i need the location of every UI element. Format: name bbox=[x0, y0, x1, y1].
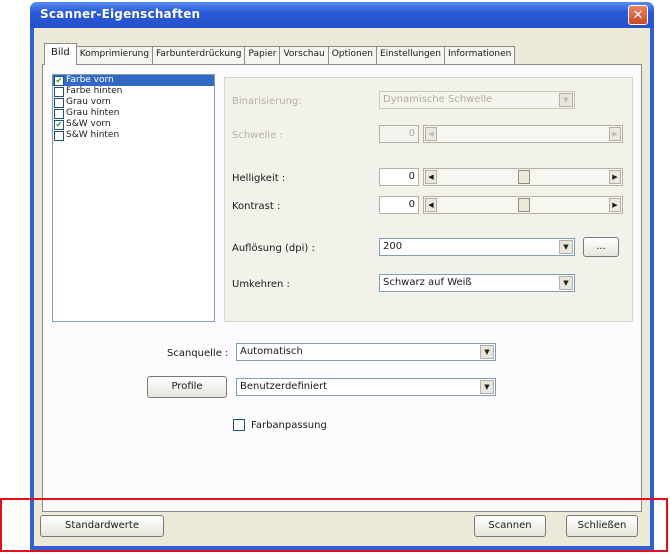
contrast-slider[interactable]: ◀ ▶ bbox=[423, 196, 623, 214]
list-item-grau-vorn[interactable]: Grau vorn bbox=[53, 97, 214, 108]
arrow-left-icon[interactable]: ◀ bbox=[425, 170, 437, 184]
threshold-label: Schwelle : bbox=[232, 130, 283, 141]
list-item-farbe-vorn[interactable]: ✔ Farbe vorn bbox=[53, 75, 214, 86]
brightness-label: Helligkeit : bbox=[232, 173, 286, 184]
tab-komprimierung[interactable]: Komprimierung bbox=[75, 46, 154, 64]
defaults-button[interactable]: Standardwerte bbox=[40, 515, 164, 537]
tab-informationen[interactable]: Informationen bbox=[444, 46, 516, 64]
brightness-slider-thumb[interactable] bbox=[518, 170, 530, 184]
list-item-label: Grau vorn bbox=[66, 97, 111, 107]
checkbox-farbe-vorn[interactable]: ✔ bbox=[54, 75, 64, 86]
arrow-right-icon[interactable]: ▶ bbox=[609, 170, 621, 184]
checkbox-farbe-hinten[interactable] bbox=[54, 86, 64, 97]
image-settings-group: Binarisierung: Dynamische Schwelle ▼ Sch… bbox=[224, 77, 633, 322]
resolution-select[interactable]: 200 ▼ bbox=[379, 238, 575, 256]
threshold-value[interactable]: 0 bbox=[379, 125, 419, 143]
invert-value: Schwarz auf Weiß bbox=[383, 277, 472, 288]
chevron-down-icon: ▼ bbox=[559, 240, 573, 254]
close-button[interactable]: Schließen bbox=[566, 515, 638, 537]
close-window-button[interactable]: ✕ bbox=[628, 5, 648, 25]
list-item-label: Farbe hinten bbox=[66, 86, 123, 96]
list-item-label: Farbe vorn bbox=[66, 75, 114, 85]
tab-farbunterdrueckung[interactable]: Farbunterdrückung bbox=[152, 46, 246, 64]
list-item-label: S&W vorn bbox=[66, 119, 111, 129]
checkbox-grau-hinten[interactable] bbox=[54, 108, 64, 119]
arrow-right-icon[interactable]: ▶ bbox=[609, 198, 621, 212]
color-matching-checkbox[interactable] bbox=[233, 419, 245, 431]
profile-select[interactable]: Benutzerdefiniert ▼ bbox=[236, 378, 496, 396]
scanner-properties-window: Scanner-Eigenschaften ✕ Bild Komprimieru… bbox=[30, 2, 654, 550]
arrow-left-icon[interactable]: ◀ bbox=[425, 198, 437, 212]
tab-bild[interactable]: Bild bbox=[44, 43, 77, 65]
invert-label: Umkehren : bbox=[232, 279, 290, 290]
tab-vorschau[interactable]: Vorschau bbox=[279, 46, 329, 64]
threshold-slider[interactable]: ◀ ▶ bbox=[423, 125, 623, 143]
color-matching-label: Farbanpassung bbox=[251, 419, 327, 431]
list-item-label: Grau hinten bbox=[66, 108, 120, 118]
binarization-select[interactable]: Dynamische Schwelle ▼ bbox=[379, 91, 575, 109]
chevron-down-icon: ▼ bbox=[559, 276, 573, 290]
arrow-right-icon[interactable]: ▶ bbox=[609, 127, 621, 141]
brightness-slider[interactable]: ◀ ▶ bbox=[423, 168, 623, 186]
chevron-down-icon: ▼ bbox=[559, 93, 573, 107]
checkbox-sw-vorn[interactable]: ✔ bbox=[54, 119, 64, 130]
profile-value: Benutzerdefiniert bbox=[240, 381, 328, 392]
scan-source-value: Automatisch bbox=[240, 346, 303, 357]
tab-panel-bild: ✔ Farbe vorn Farbe hinten Grau vorn Grau… bbox=[42, 64, 642, 512]
brightness-value[interactable]: 0 bbox=[379, 168, 419, 186]
resolution-more-button[interactable]: ... bbox=[583, 237, 619, 257]
tab-papier[interactable]: Papier bbox=[244, 46, 281, 64]
color-matching-option[interactable]: Farbanpassung bbox=[233, 419, 327, 431]
contrast-slider-thumb[interactable] bbox=[518, 198, 530, 212]
tab-einstellungen[interactable]: Einstellungen bbox=[375, 46, 445, 64]
tab-strip: Bild Komprimierung Farbunterdrückung Pap… bbox=[44, 43, 516, 65]
contrast-label: Kontrast : bbox=[232, 201, 281, 212]
image-selection-list[interactable]: ✔ Farbe vorn Farbe hinten Grau vorn Grau… bbox=[52, 74, 215, 322]
window-title: Scanner-Eigenschaften bbox=[40, 7, 201, 21]
checkbox-grau-vorn[interactable] bbox=[54, 97, 64, 108]
binarization-value: Dynamische Schwelle bbox=[383, 94, 493, 105]
scan-button[interactable]: Scannen bbox=[474, 515, 546, 537]
chevron-down-icon: ▼ bbox=[480, 380, 494, 394]
profile-button[interactable]: Profile bbox=[147, 376, 227, 398]
title-bar[interactable]: Scanner-Eigenschaften ✕ bbox=[30, 2, 654, 28]
list-item-grau-hinten[interactable]: Grau hinten bbox=[53, 108, 214, 119]
scan-source-label: Scanquelle : bbox=[167, 348, 229, 359]
binarization-label: Binarisierung: bbox=[232, 96, 302, 107]
list-item-farbe-hinten[interactable]: Farbe hinten bbox=[53, 86, 214, 97]
arrow-left-icon[interactable]: ◀ bbox=[425, 127, 437, 141]
scan-source-select[interactable]: Automatisch ▼ bbox=[236, 343, 496, 361]
checkbox-sw-hinten[interactable] bbox=[54, 130, 64, 141]
resolution-value: 200 bbox=[383, 241, 403, 252]
dialog-body: Bild Komprimierung Farbunterdrückung Pap… bbox=[34, 28, 650, 546]
list-item-label: S&W hinten bbox=[66, 130, 120, 140]
chevron-down-icon: ▼ bbox=[480, 345, 494, 359]
list-item-sw-hinten[interactable]: S&W hinten bbox=[53, 130, 214, 141]
invert-select[interactable]: Schwarz auf Weiß ▼ bbox=[379, 274, 575, 292]
contrast-value[interactable]: 0 bbox=[379, 196, 419, 214]
resolution-label: Auflösung (dpi) : bbox=[232, 243, 315, 254]
tab-optionen[interactable]: Optionen bbox=[327, 46, 377, 64]
list-item-sw-vorn[interactable]: ✔ S&W vorn bbox=[53, 119, 214, 130]
